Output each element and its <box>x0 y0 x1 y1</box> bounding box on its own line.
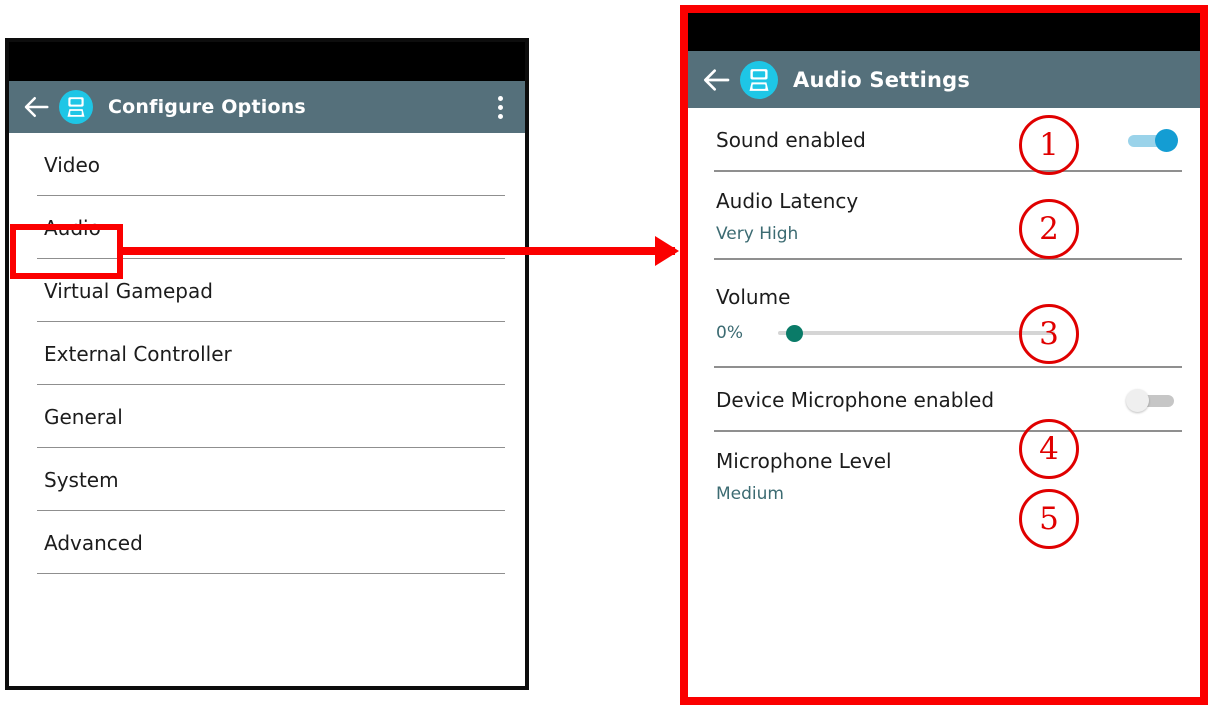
list-item-label: External Controller <box>44 341 232 366</box>
app-bar: Configure Options <box>9 81 525 133</box>
list-item-general[interactable]: General <box>9 385 525 448</box>
dot <box>497 113 503 119</box>
pref-summary: Very High <box>716 223 799 244</box>
status-bar <box>9 42 525 81</box>
switch-thumb <box>1126 389 1149 412</box>
annotation-arrow-head <box>655 236 679 266</box>
back-arrow-icon[interactable] <box>700 64 732 96</box>
callout-badge-2: 2 <box>1019 199 1079 259</box>
back-arrow-icon[interactable] <box>21 92 51 122</box>
page-title: Configure Options <box>108 96 306 118</box>
slider-track <box>778 331 1055 335</box>
list-item-external-controller[interactable]: External Controller <box>9 322 525 385</box>
configure-options-screen: Configure Options Video Audio Virtual Ga… <box>5 38 529 690</box>
callout-badge-1: 1 <box>1019 115 1079 175</box>
list-item-advanced[interactable]: Advanced <box>9 511 525 574</box>
pref-title: Volume <box>716 285 791 309</box>
volume-slider-row: 0% <box>688 323 1200 343</box>
list-item-video[interactable]: Video <box>9 133 525 196</box>
volume-value-label: 0% <box>716 323 743 343</box>
audio-settings-screen: Audio Settings Sound enabled Audio Laten… <box>680 5 1208 705</box>
switch-thumb <box>1155 129 1178 152</box>
settings-list: Video Audio Virtual Gamepad External Con… <box>9 133 525 574</box>
list-item-label: Video <box>44 152 101 177</box>
pref-title: Device Microphone enabled <box>716 388 995 412</box>
slider-thumb[interactable] <box>786 325 803 342</box>
more-vertical-icon[interactable] <box>489 92 511 122</box>
pref-row-sound-enabled[interactable]: Sound enabled <box>688 108 1200 172</box>
app-bar: Audio Settings <box>688 51 1200 108</box>
page-title: Audio Settings <box>793 67 971 92</box>
dual-screen-device-icon <box>740 60 778 99</box>
pref-summary: Medium <box>716 483 784 504</box>
list-divider <box>37 572 505 574</box>
dot <box>497 95 503 101</box>
list-item-system[interactable]: System <box>9 448 525 511</box>
pref-row-device-microphone-enabled[interactable]: Device Microphone enabled <box>688 368 1200 432</box>
dual-screen-device-icon <box>59 90 93 124</box>
list-item-label: Advanced <box>44 530 143 555</box>
pref-title: Microphone Level <box>716 448 892 473</box>
status-bar <box>688 13 1200 51</box>
sound-enabled-switch[interactable] <box>1126 127 1178 153</box>
pref-row-microphone-level[interactable]: Microphone Level Medium <box>688 432 1200 520</box>
dot <box>497 104 503 110</box>
pref-row-volume[interactable]: Volume 0% <box>688 260 1200 368</box>
volume-slider[interactable] <box>778 323 1055 343</box>
callout-badge-3: 3 <box>1019 304 1079 364</box>
list-item-label: General <box>44 404 123 429</box>
list-item-label: Virtual Gamepad <box>44 278 213 303</box>
callout-badge-5: 5 <box>1019 489 1079 549</box>
pref-title: Audio Latency <box>716 188 859 213</box>
callout-badge-4: 4 <box>1019 419 1079 479</box>
audio-highlight-box <box>10 224 123 279</box>
annotation-arrow-line <box>119 247 675 255</box>
list-item-label: System <box>44 467 119 492</box>
pref-row-audio-latency[interactable]: Audio Latency Very High <box>688 172 1200 260</box>
pref-title: Sound enabled <box>716 128 866 152</box>
device-microphone-switch[interactable] <box>1126 387 1178 413</box>
